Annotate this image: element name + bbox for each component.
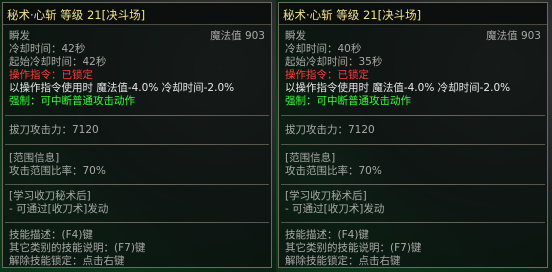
skill-tooltip-right: 秘术·心斩 等级 21[决斗场] 瞬发 魔法值 903 冷却时间：40秒 起始冷… bbox=[278, 2, 548, 268]
divider bbox=[281, 144, 545, 145]
operation-command-effect: 以操作指令使用时 魔法值-4.0% 冷却时间-2.0% bbox=[9, 82, 235, 94]
learn-effect: - 可通过[收刀术]发动 bbox=[285, 203, 385, 215]
operation-command-status: 操作指令：已锁定 bbox=[9, 69, 93, 81]
divider bbox=[5, 222, 269, 223]
tooltip-title-bar: 秘术·心斩 等级 21[决斗场] bbox=[3, 3, 271, 25]
description-key-hint: 技能描述：(F4)键 bbox=[9, 229, 93, 241]
range-ratio: 攻击范围比率：70% bbox=[9, 165, 106, 177]
divider bbox=[281, 184, 545, 185]
learn-header: [学习收刀秘术后] bbox=[9, 190, 91, 202]
unlock-hint: 解除技能锁定：点击右键 bbox=[285, 255, 401, 267]
divider bbox=[5, 184, 269, 185]
attack-power: 拔刀攻击力：7120 bbox=[9, 124, 99, 136]
attack-power: 拔刀攻击力：7120 bbox=[285, 124, 375, 136]
skill-title: 秘术·心斩 等级 21[决斗场] bbox=[7, 8, 146, 22]
operation-command-effect: 以操作指令使用时 魔法值-4.0% 冷却时间-2.0% bbox=[285, 82, 511, 94]
strong-effect: 强制：可中断普通攻击动作 bbox=[285, 95, 411, 107]
divider bbox=[5, 144, 269, 145]
tooltip-title-bar: 秘术·心斩 等级 21[决斗场] bbox=[279, 3, 547, 25]
cast-type: 瞬发 bbox=[285, 30, 306, 42]
range-ratio: 攻击范围比率：70% bbox=[285, 165, 382, 177]
operation-command-status: 操作指令：已锁定 bbox=[285, 69, 369, 81]
cast-type: 瞬发 bbox=[9, 30, 30, 42]
description-key-hint: 技能描述：(F4)键 bbox=[285, 229, 369, 241]
divider bbox=[5, 115, 269, 116]
divider bbox=[281, 115, 545, 116]
skill-tooltip-left: 秘术·心斩 等级 21[决斗场] 瞬发 魔法值 903 冷却时间：42秒 起始冷… bbox=[2, 2, 272, 268]
startup-cooldown: 起始冷却时间：35秒 bbox=[285, 56, 383, 68]
learn-effect: - 可通过[收刀术]发动 bbox=[9, 203, 109, 215]
learn-header: [学习收刀秘术后] bbox=[285, 190, 367, 202]
skill-title: 秘术·心斩 等级 21[决斗场] bbox=[283, 8, 422, 22]
cooldown: 冷却时间：40秒 bbox=[285, 43, 362, 55]
startup-cooldown: 起始冷却时间：42秒 bbox=[9, 56, 107, 68]
mana-cost: 魔法值 903 bbox=[210, 30, 265, 42]
unlock-hint: 解除技能锁定：点击右键 bbox=[9, 255, 125, 267]
mana-cost: 魔法值 903 bbox=[486, 30, 541, 42]
divider bbox=[281, 222, 545, 223]
other-skills-key-hint: 其它类别的技能说明：(F7)键 bbox=[285, 242, 422, 254]
strong-effect: 强制：可中断普通攻击动作 bbox=[9, 95, 135, 107]
range-info-header: [范围信息] bbox=[9, 152, 60, 164]
cooldown: 冷却时间：42秒 bbox=[9, 43, 86, 55]
other-skills-key-hint: 其它类别的技能说明：(F7)键 bbox=[9, 242, 146, 254]
range-info-header: [范围信息] bbox=[285, 152, 336, 164]
